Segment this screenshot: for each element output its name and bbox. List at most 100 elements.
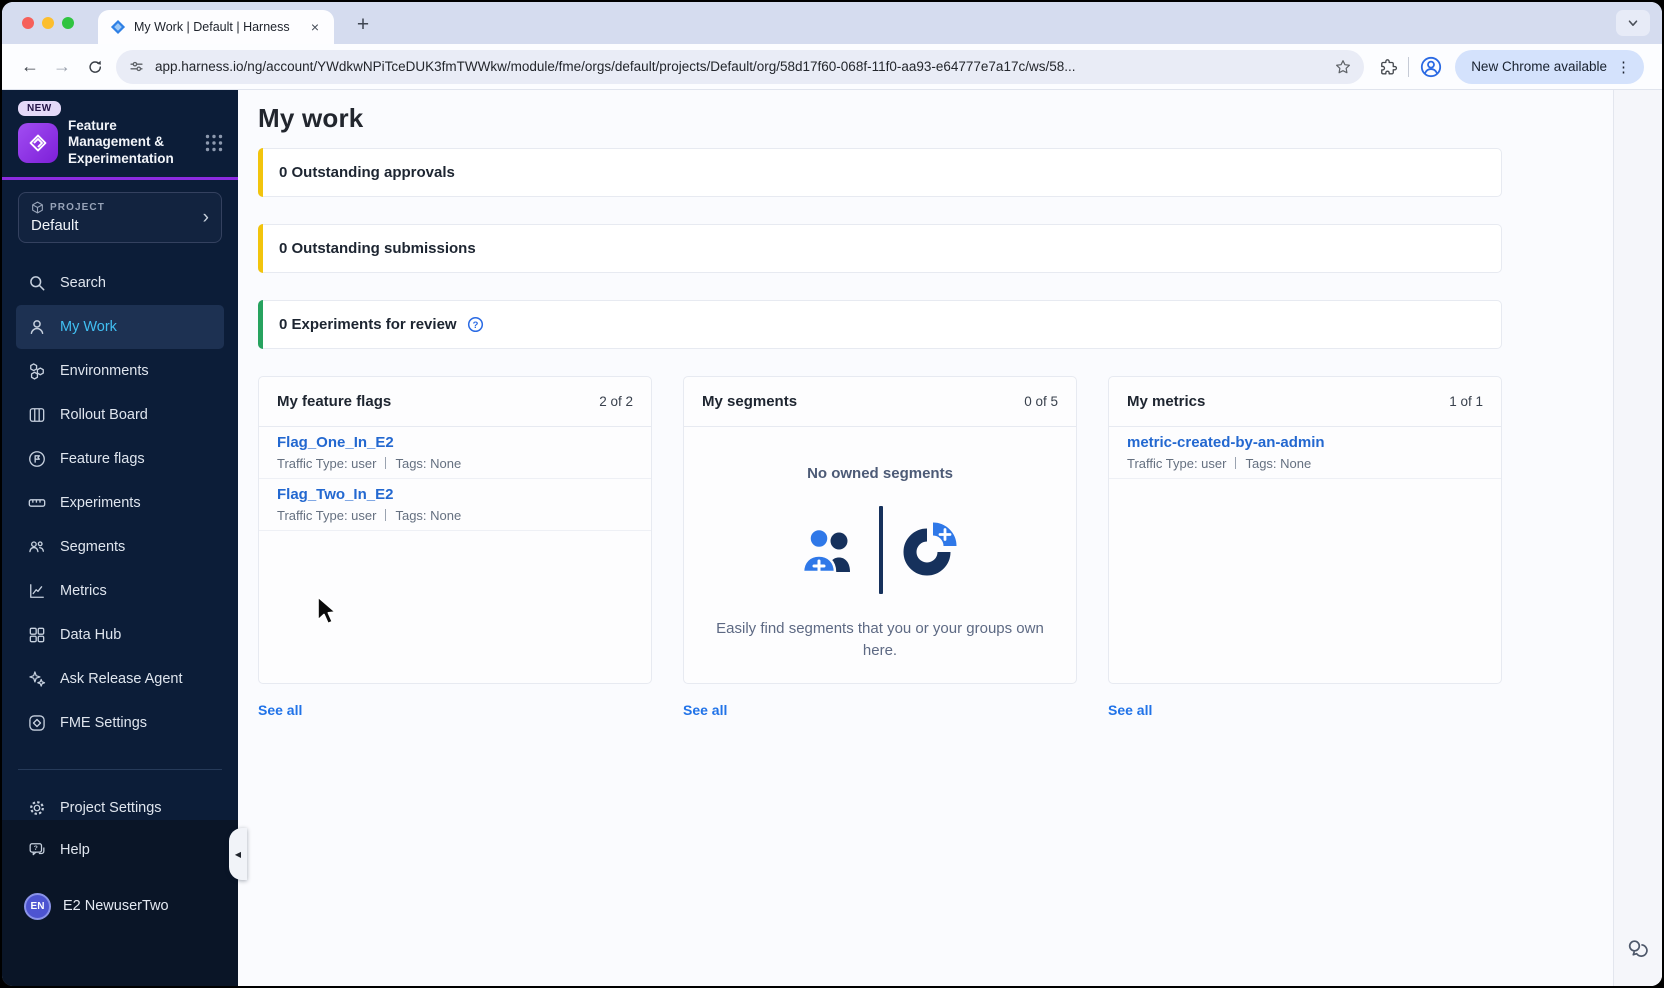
sidebar-item-label: Segments	[60, 539, 126, 556]
see-all-flags-link[interactable]: See all	[258, 702, 302, 718]
main-content: My work 0 Outstanding approvals 0 Outsta…	[238, 90, 1662, 986]
sidebar-item-ask-release-agent[interactable]: Ask Release Agent	[16, 657, 224, 701]
chat-bubbles-icon	[1628, 940, 1648, 957]
fme-logo	[18, 122, 58, 163]
forward-button[interactable]: →	[46, 51, 78, 83]
sidebar-item-label: Feature flags	[60, 451, 145, 468]
flag-link[interactable]: Flag_One_In_E2	[277, 434, 394, 451]
tab-strip: My Work | Default | Harness × +	[2, 2, 1662, 44]
close-tab-icon[interactable]: ×	[306, 19, 324, 35]
sidebar-item-label: Experiments	[60, 495, 141, 512]
people-icon	[29, 541, 44, 553]
flag-row: Flag_Two_In_E2 Traffic Type: user Tags: N…	[259, 479, 651, 531]
profile-icon	[1421, 56, 1442, 77]
sidebar-divider	[18, 769, 222, 771]
approvals-banner: 0 Outstanding approvals	[258, 148, 1502, 197]
submissions-banner: 0 Outstanding submissions	[258, 224, 1502, 273]
zoom-window-button[interactable]	[62, 17, 74, 29]
url-bar[interactable]: app.harness.io/ng/account/YWdkwNPiTceDUK…	[116, 49, 1365, 84]
bookmark-star-icon[interactable]	[1334, 58, 1352, 76]
sidebar-item-segments[interactable]: Segments	[16, 525, 224, 569]
back-button[interactable]: ←	[14, 51, 46, 83]
grid-dots-icon	[205, 134, 223, 151]
avatar: EN	[24, 892, 51, 920]
module-switcher-button[interactable]	[204, 133, 224, 153]
flag-meta: Traffic Type: user Tags: None	[277, 508, 462, 523]
segments-empty-state: No owned segments Easily find segments t…	[684, 427, 1076, 662]
feedback-chat-button[interactable]	[1625, 936, 1651, 962]
profile-button[interactable]	[1419, 55, 1443, 79]
sidebar-item-label: FME Settings	[60, 715, 148, 732]
traffic-lights	[2, 2, 98, 44]
line-chart-icon	[30, 584, 44, 599]
help-button[interactable]: ? Help	[16, 828, 224, 872]
sidebar-nav: Search My Work Environments Rollout Boar…	[2, 261, 238, 830]
people-add-icon	[801, 527, 850, 574]
submissions-banner-text: 0 Outstanding submissions	[279, 240, 476, 257]
gear-icon	[30, 801, 44, 816]
metric-link[interactable]: metric-created-by-an-admin	[1127, 434, 1325, 451]
experiments-review-banner: 0 Experiments for review ?	[258, 300, 1502, 349]
extensions-button[interactable]	[1378, 57, 1398, 77]
product-name: Feature Management & Experimentation	[68, 118, 174, 166]
flag-circle-icon	[29, 451, 45, 468]
url-text: app.harness.io/ng/account/YWdkwNPiTceDUK…	[155, 59, 1076, 74]
ruler-icon	[28, 499, 46, 508]
toolbar-divider	[1408, 56, 1410, 77]
minimize-window-button[interactable]	[42, 17, 54, 29]
puzzle-icon	[1381, 58, 1398, 74]
project-selector[interactable]: PROJECT Default ›	[18, 192, 222, 244]
tab-search-button[interactable]	[1616, 10, 1650, 36]
browser-menu-icon[interactable]: ⋮	[1607, 58, 1640, 76]
reload-icon	[88, 60, 101, 73]
sidebar-item-search[interactable]: Search	[16, 261, 224, 305]
feature-flags-card: My feature flags 2 of 2 Flag_One_In_E2 T…	[258, 376, 652, 684]
new-tab-button[interactable]: +	[348, 10, 378, 40]
sidebar-item-data-hub[interactable]: Data Hub	[16, 613, 224, 657]
sidebar-item-label: Rollout Board	[60, 407, 148, 424]
fme-diamond-icon	[29, 715, 45, 732]
browser-tab[interactable]: My Work | Default | Harness ×	[98, 10, 334, 44]
brand-accent-line	[2, 177, 238, 181]
sidebar-collapse-handle[interactable]: ◀	[229, 828, 247, 880]
sidebar-item-my-work[interactable]: My Work	[16, 305, 224, 350]
segments-card: My segments 0 of 5 No owned segments Eas…	[683, 376, 1077, 684]
sidebar-bottom: ? Help EN E2 NewuserTwo	[2, 820, 238, 986]
help-circle-icon[interactable]: ?	[467, 316, 484, 333]
reload-button[interactable]	[78, 51, 110, 83]
sidebar-item-feature-flags[interactable]: Feature flags	[16, 437, 224, 481]
flag-meta: Traffic Type: user Tags: None	[277, 456, 462, 471]
board-columns-icon	[29, 408, 45, 423]
sidebar-item-environments[interactable]: Environments	[16, 349, 224, 393]
sidebar-item-experiments[interactable]: Experiments	[16, 481, 224, 525]
svg-text:?: ?	[34, 845, 38, 852]
chevron-right-icon: ›	[202, 207, 209, 229]
sidebar-item-fme-settings[interactable]: FME Settings	[16, 701, 224, 745]
card-count: 1 of 1	[1449, 394, 1483, 409]
sidebar-item-label: Environments	[60, 363, 149, 380]
empty-state-description: Easily find segments that you or your gr…	[716, 620, 1044, 659]
sidebar: NEW Feature Management & Experimentation	[2, 90, 238, 986]
sidebar-item-label: Search	[60, 275, 106, 292]
sidebar-item-label: Project Settings	[60, 800, 162, 817]
tab-title: My Work | Default | Harness	[134, 20, 290, 34]
product-header: NEW Feature Management & Experimentation	[2, 90, 238, 177]
sidebar-item-rollout-board[interactable]: Rollout Board	[16, 393, 224, 437]
sidebar-item-metrics[interactable]: Metrics	[16, 569, 224, 613]
experiments-review-banner-text: 0 Experiments for review	[279, 316, 457, 333]
see-all-segments-link[interactable]: See all	[683, 702, 727, 718]
project-name: Default	[31, 217, 79, 235]
close-window-button[interactable]	[22, 17, 34, 29]
chrome-update-button[interactable]: New Chrome available ⋮	[1455, 49, 1644, 84]
donut-add-icon	[903, 522, 957, 576]
flag-link[interactable]: Flag_Two_In_E2	[277, 486, 393, 503]
sidebar-item-label: Ask Release Agent	[60, 671, 183, 688]
new-badge: NEW	[18, 101, 61, 116]
card-title: My segments	[702, 393, 798, 410]
chrome-update-label: New Chrome available	[1471, 59, 1607, 74]
metric-meta: Traffic Type: user Tags: None	[1127, 456, 1312, 471]
user-menu[interactable]: EN E2 NewuserTwo	[2, 884, 238, 928]
card-title: My feature flags	[277, 393, 392, 410]
chevron-down-icon	[1628, 20, 1638, 26]
see-all-metrics-link[interactable]: See all	[1108, 702, 1152, 718]
